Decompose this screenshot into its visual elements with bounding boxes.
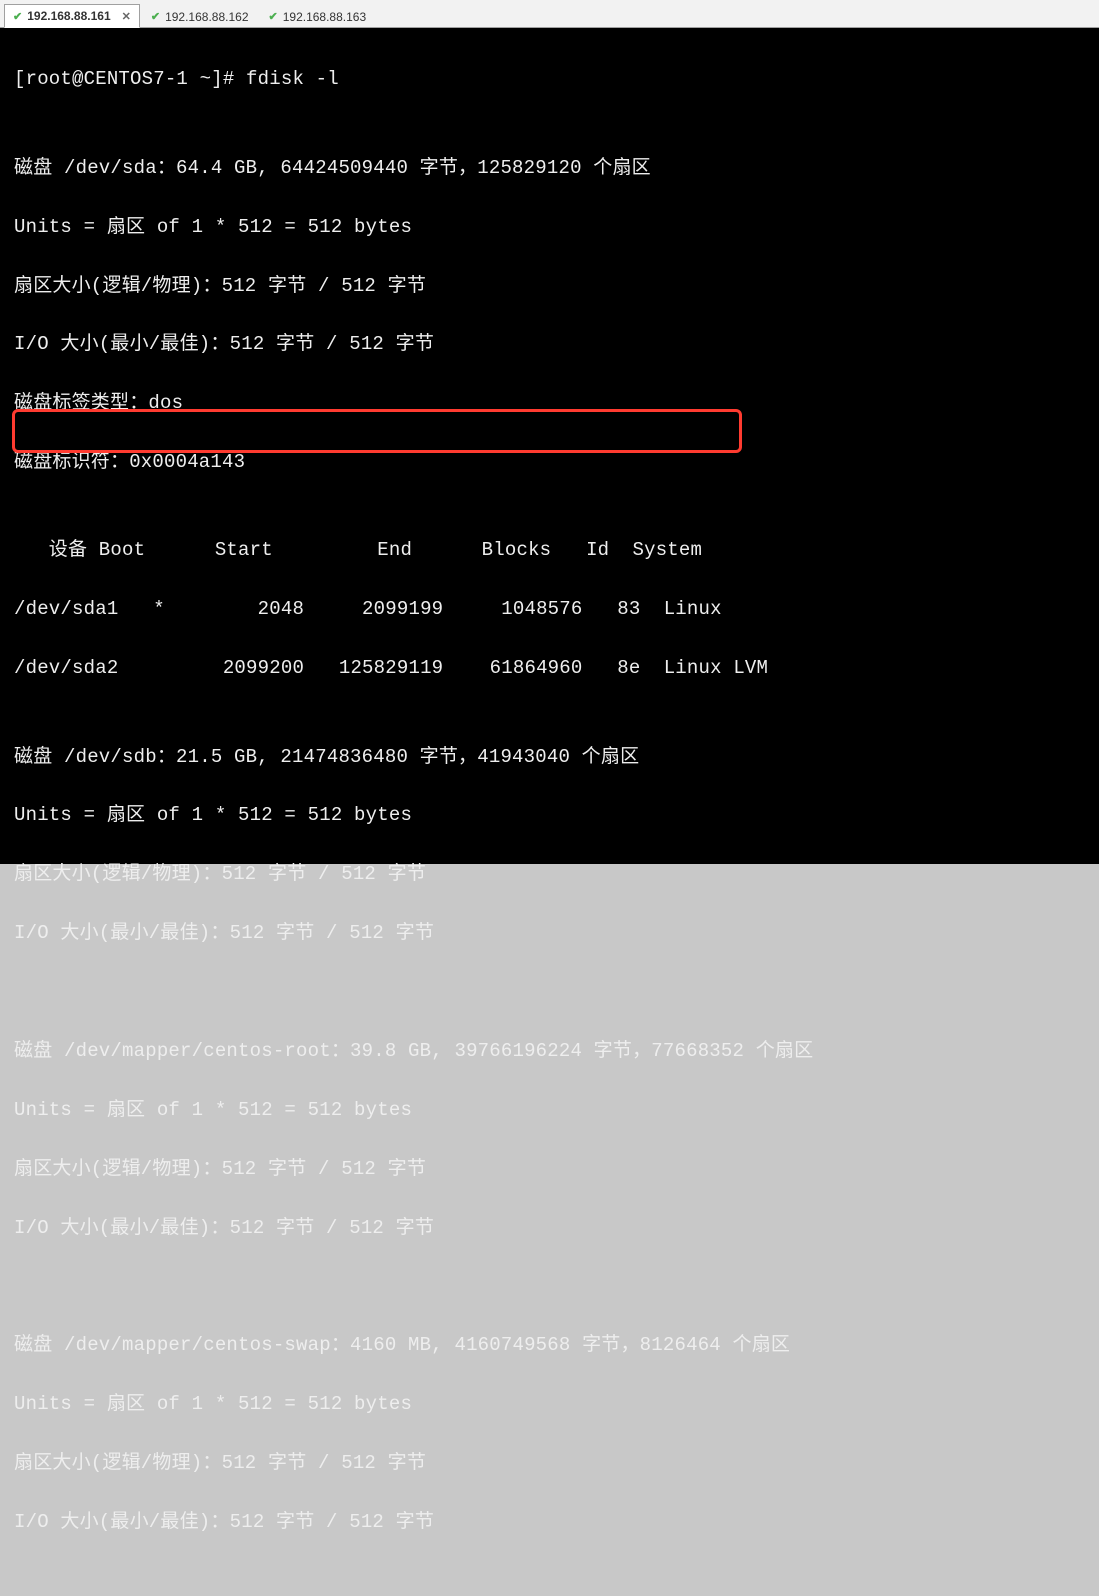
terminal-output[interactable]: [root@CENTOS7-1 ~]# fdisk -l 磁盘 /dev/sda… <box>0 28 1099 864</box>
output-line: Units = 扇区 of 1 * 512 = 512 bytes <box>14 1096 1085 1125</box>
output-line: 磁盘 /dev/mapper/centos-root：39.8 GB, 3976… <box>14 1037 1085 1066</box>
tab-1[interactable]: ✔ 192.168.88.161 ✕ <box>4 4 140 28</box>
tab-2[interactable]: ✔ 192.168.88.162 <box>142 4 258 28</box>
output-line: 磁盘标签类型：dos <box>14 389 1085 418</box>
output-line: 扇区大小(逻辑/物理)：512 字节 / 512 字节 <box>14 1155 1085 1184</box>
prompt-line: [root@CENTOS7-1 ~]# fdisk -l <box>14 65 1085 94</box>
check-icon: ✔ <box>269 10 278 23</box>
output-line: Units = 扇区 of 1 * 512 = 512 bytes <box>14 213 1085 242</box>
output-line: 扇区大小(逻辑/物理)：512 字节 / 512 字节 <box>14 1449 1085 1478</box>
output-line: 磁盘 /dev/sdb：21.5 GB, 21474836480 字节，4194… <box>14 743 1085 772</box>
output-line: I/O 大小(最小/最佳)：512 字节 / 512 字节 <box>14 1508 1085 1537</box>
output-line: 磁盘 /dev/mapper/centos-swap：4160 MB, 4160… <box>14 1331 1085 1360</box>
output-line: 磁盘标识符：0x0004a143 <box>14 448 1085 477</box>
output-line: I/O 大小(最小/最佳)：512 字节 / 512 字节 <box>14 330 1085 359</box>
output-line: I/O 大小(最小/最佳)：512 字节 / 512 字节 <box>14 1214 1085 1243</box>
output-line: /dev/sda2 2099200 125829119 61864960 8e … <box>14 654 1085 683</box>
output-line: 磁盘 /dev/sda：64.4 GB, 64424509440 字节，1258… <box>14 154 1085 183</box>
tab-label: 192.168.88.162 <box>165 10 248 24</box>
tab-label: 192.168.88.163 <box>283 10 366 24</box>
check-icon: ✔ <box>13 10 22 23</box>
output-line: Units = 扇区 of 1 * 512 = 512 bytes <box>14 801 1085 830</box>
tab-label: 192.168.88.161 <box>27 9 110 23</box>
tab-bar: ✔ 192.168.88.161 ✕ ✔ 192.168.88.162 ✔ 19… <box>0 0 1099 28</box>
output-line: I/O 大小(最小/最佳)：512 字节 / 512 字节 <box>14 919 1085 948</box>
close-icon[interactable]: ✕ <box>122 10 131 23</box>
output-line: 扇区大小(逻辑/物理)：512 字节 / 512 字节 <box>14 860 1085 889</box>
output-line: Units = 扇区 of 1 * 512 = 512 bytes <box>14 1390 1085 1419</box>
output-line: 扇区大小(逻辑/物理)：512 字节 / 512 字节 <box>14 272 1085 301</box>
check-icon: ✔ <box>151 10 160 23</box>
tab-3[interactable]: ✔ 192.168.88.163 <box>260 4 376 28</box>
output-line: 设备 Boot Start End Blocks Id System <box>14 536 1085 565</box>
output-line: /dev/sda1 * 2048 2099199 1048576 83 Linu… <box>14 595 1085 624</box>
